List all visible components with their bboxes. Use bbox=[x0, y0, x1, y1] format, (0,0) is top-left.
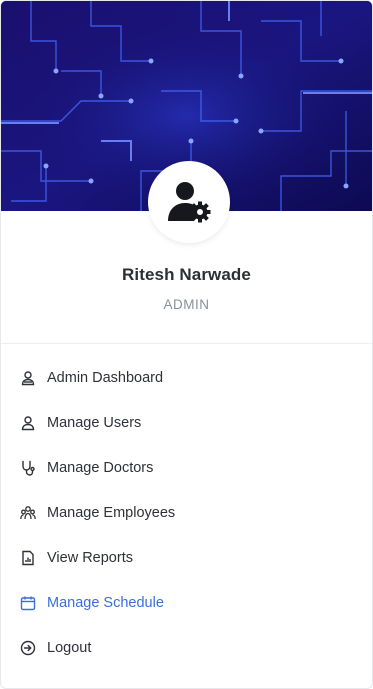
user-icon bbox=[20, 370, 36, 386]
calendar-icon bbox=[20, 595, 36, 611]
divider bbox=[1, 343, 372, 344]
menu-item-manage-doctors[interactable]: Manage Doctors bbox=[1, 445, 372, 490]
profile-name: Ritesh Narwade bbox=[122, 265, 251, 284]
menu-item-label: View Reports bbox=[47, 549, 133, 566]
menu-item-label: Logout bbox=[47, 639, 92, 656]
avatar bbox=[148, 161, 230, 243]
menu-item-logout[interactable]: Logout bbox=[1, 625, 372, 670]
menu-item-manage-schedule[interactable]: Manage Schedule bbox=[1, 580, 372, 625]
menu-item-label: Manage Doctors bbox=[47, 459, 154, 476]
menu-item-view-reports[interactable]: View Reports bbox=[1, 535, 372, 580]
profile-role: ADMIN bbox=[163, 297, 210, 312]
users-group-icon bbox=[20, 505, 36, 521]
report-icon bbox=[20, 550, 36, 566]
logout-icon bbox=[20, 640, 36, 656]
menu-item-label: Manage Employees bbox=[47, 504, 176, 521]
stethoscope-icon bbox=[20, 460, 36, 476]
menu-item-label: Admin Dashboard bbox=[47, 369, 164, 386]
sidebar-menu: Admin Dashboard Manage Users Manage Doct… bbox=[1, 355, 372, 670]
user-gear-icon bbox=[168, 182, 211, 223]
menu-item-manage-users[interactable]: Manage Users bbox=[1, 400, 372, 445]
menu-item-label: Manage Users bbox=[47, 414, 142, 431]
menu-item-admin-dashboard[interactable]: Admin Dashboard bbox=[1, 355, 372, 400]
profile-sidebar-card: Ritesh Narwade ADMIN Admin Dashboard Man… bbox=[0, 0, 373, 689]
menu-item-manage-employees[interactable]: Manage Employees bbox=[1, 490, 372, 535]
menu-item-label: Manage Schedule bbox=[47, 594, 164, 611]
user-icon bbox=[20, 415, 36, 431]
